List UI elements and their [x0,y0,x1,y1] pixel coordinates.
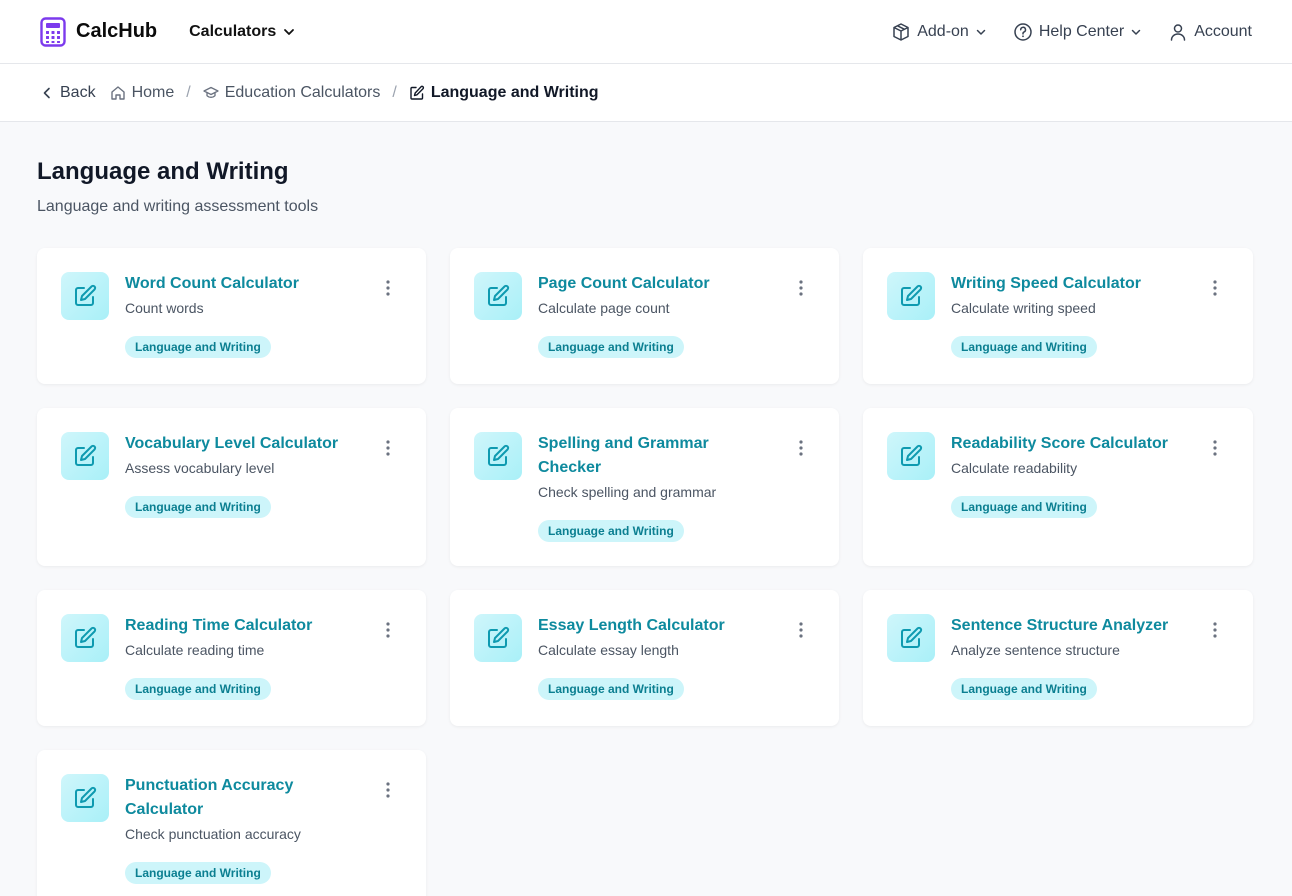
card-title[interactable]: Vocabulary Level Calculator [125,432,402,456]
edit-icon [887,272,935,320]
calculator-card[interactable]: Writing Speed Calculator Calculate writin… [863,248,1253,384]
package-icon [891,22,911,42]
breadcrumb-education[interactable]: Education Calculators [203,83,381,102]
edit-icon [474,432,522,480]
breadcrumb-home-label: Home [131,83,175,101]
more-vertical-icon[interactable] [793,438,809,458]
breadcrumb-education-label: Education Calculators [224,83,381,101]
graduation-cap-icon [203,85,219,101]
card-description: Calculate essay length [538,642,679,658]
category-badge: Language and Writing [125,862,271,884]
edit-icon [887,614,935,662]
category-badge: Language and Writing [951,336,1097,358]
more-vertical-icon[interactable] [793,620,809,640]
card-description: Calculate reading time [125,642,265,658]
category-badge: Language and Writing [951,678,1097,700]
edit-icon [474,614,522,662]
breadcrumb-separator: / [392,83,397,101]
more-vertical-icon[interactable] [1207,278,1223,298]
category-badge: Language and Writing [538,336,684,358]
card-title[interactable]: Punctuation Accuracy Calculator [125,774,402,822]
more-vertical-icon[interactable] [380,278,396,298]
card-title[interactable]: Word Count Calculator [125,272,402,296]
calculator-card[interactable]: Punctuation Accuracy Calculator Check pun… [37,750,426,896]
card-description: Analyze sentence structure [951,642,1120,658]
edit-icon [61,774,109,822]
more-vertical-icon[interactable] [1207,438,1223,458]
card-description: Count words [125,300,204,316]
calculator-card[interactable]: Page Count Calculator Calculate page coun… [450,248,839,384]
card-description: Check punctuation accuracy [125,826,301,842]
chevron-left-icon [40,86,54,100]
category-badge: Language and Writing [538,678,684,700]
card-title[interactable]: Readability Score Calculator [951,432,1229,456]
edit-icon [887,432,935,480]
edit-icon [409,85,425,101]
card-description: Calculate writing speed [951,300,1096,316]
card-title[interactable]: Page Count Calculator [538,272,815,296]
card-title[interactable]: Spelling and Grammar Checker [538,432,815,480]
home-icon [110,85,126,101]
card-description: Calculate readability [951,460,1078,476]
chevron-down-icon [282,25,296,39]
category-badge: Language and Writing [951,496,1097,518]
calculator-card[interactable]: Sentence Structure Analyzer Analyze sente… [863,590,1253,726]
more-vertical-icon[interactable] [380,438,396,458]
calculators-label: Calculators [189,22,277,40]
page-title: Language and Writing [37,158,289,185]
card-title[interactable]: Reading Time Calculator [125,614,402,638]
category-badge: Language and Writing [538,520,684,542]
chevron-down-icon [1130,26,1142,38]
calculator-card[interactable]: Vocabulary Level Calculator Assess vocabu… [37,408,426,566]
back-button[interactable]: Back [40,84,96,102]
addon-label: Add-on [917,23,969,40]
more-vertical-icon[interactable] [380,780,396,800]
top-navbar: CalcHub Calculators Add-on Help Center A… [0,0,1292,64]
calculator-card[interactable]: Word Count Calculator Count words Language… [37,248,426,384]
back-label: Back [60,83,96,101]
category-badge: Language and Writing [125,496,271,518]
breadcrumb-current: Language and Writing [409,84,599,102]
addon-menu[interactable]: Add-on [891,22,987,42]
account-menu[interactable]: Account [1168,22,1252,42]
help-circle-icon [1013,22,1033,42]
help-center-label: Help Center [1038,23,1125,40]
user-icon [1168,22,1188,42]
more-vertical-icon[interactable] [380,620,396,640]
card-description: Calculate page count [538,300,670,316]
calculator-grid: Word Count Calculator Count words Language… [37,248,1255,896]
card-description: Check spelling and grammar [538,484,717,500]
edit-icon [61,614,109,662]
calculator-card[interactable]: Readability Score Calculator Calculate re… [863,408,1253,566]
help-center-menu[interactable]: Help Center [1013,22,1142,42]
page-subtitle: Language and writing assessment tools [37,198,319,215]
edit-icon [61,272,109,320]
more-vertical-icon[interactable] [793,278,809,298]
category-badge: Language and Writing [125,336,271,358]
calculator-card[interactable]: Essay Length Calculator Calculate essay l… [450,590,839,726]
edit-icon [61,432,109,480]
main-content: Language and Writing Language and writin… [0,158,1292,896]
breadcrumb: Back Home / Education Calculators / Lang… [0,64,1292,122]
chevron-down-icon [975,26,987,38]
card-title[interactable]: Writing Speed Calculator [951,272,1229,296]
calculator-card[interactable]: Spelling and Grammar Checker Check spelli… [450,408,839,566]
app-name: CalcHub [76,20,158,42]
calculators-menu[interactable]: Calculators [189,23,296,41]
account-label: Account [1194,23,1252,40]
card-description: Assess vocabulary level [125,460,275,476]
logo[interactable]: CalcHub [40,16,158,47]
category-badge: Language and Writing [125,678,271,700]
calculator-icon [40,16,66,47]
card-title[interactable]: Sentence Structure Analyzer [951,614,1229,638]
breadcrumb-home[interactable]: Home [110,83,175,102]
edit-icon [474,272,522,320]
breadcrumb-current-label: Language and Writing [430,83,599,101]
calculator-card[interactable]: Reading Time Calculator Calculate reading… [37,590,426,726]
more-vertical-icon[interactable] [1207,620,1223,640]
breadcrumb-separator: / [186,83,191,101]
card-title[interactable]: Essay Length Calculator [538,614,815,638]
